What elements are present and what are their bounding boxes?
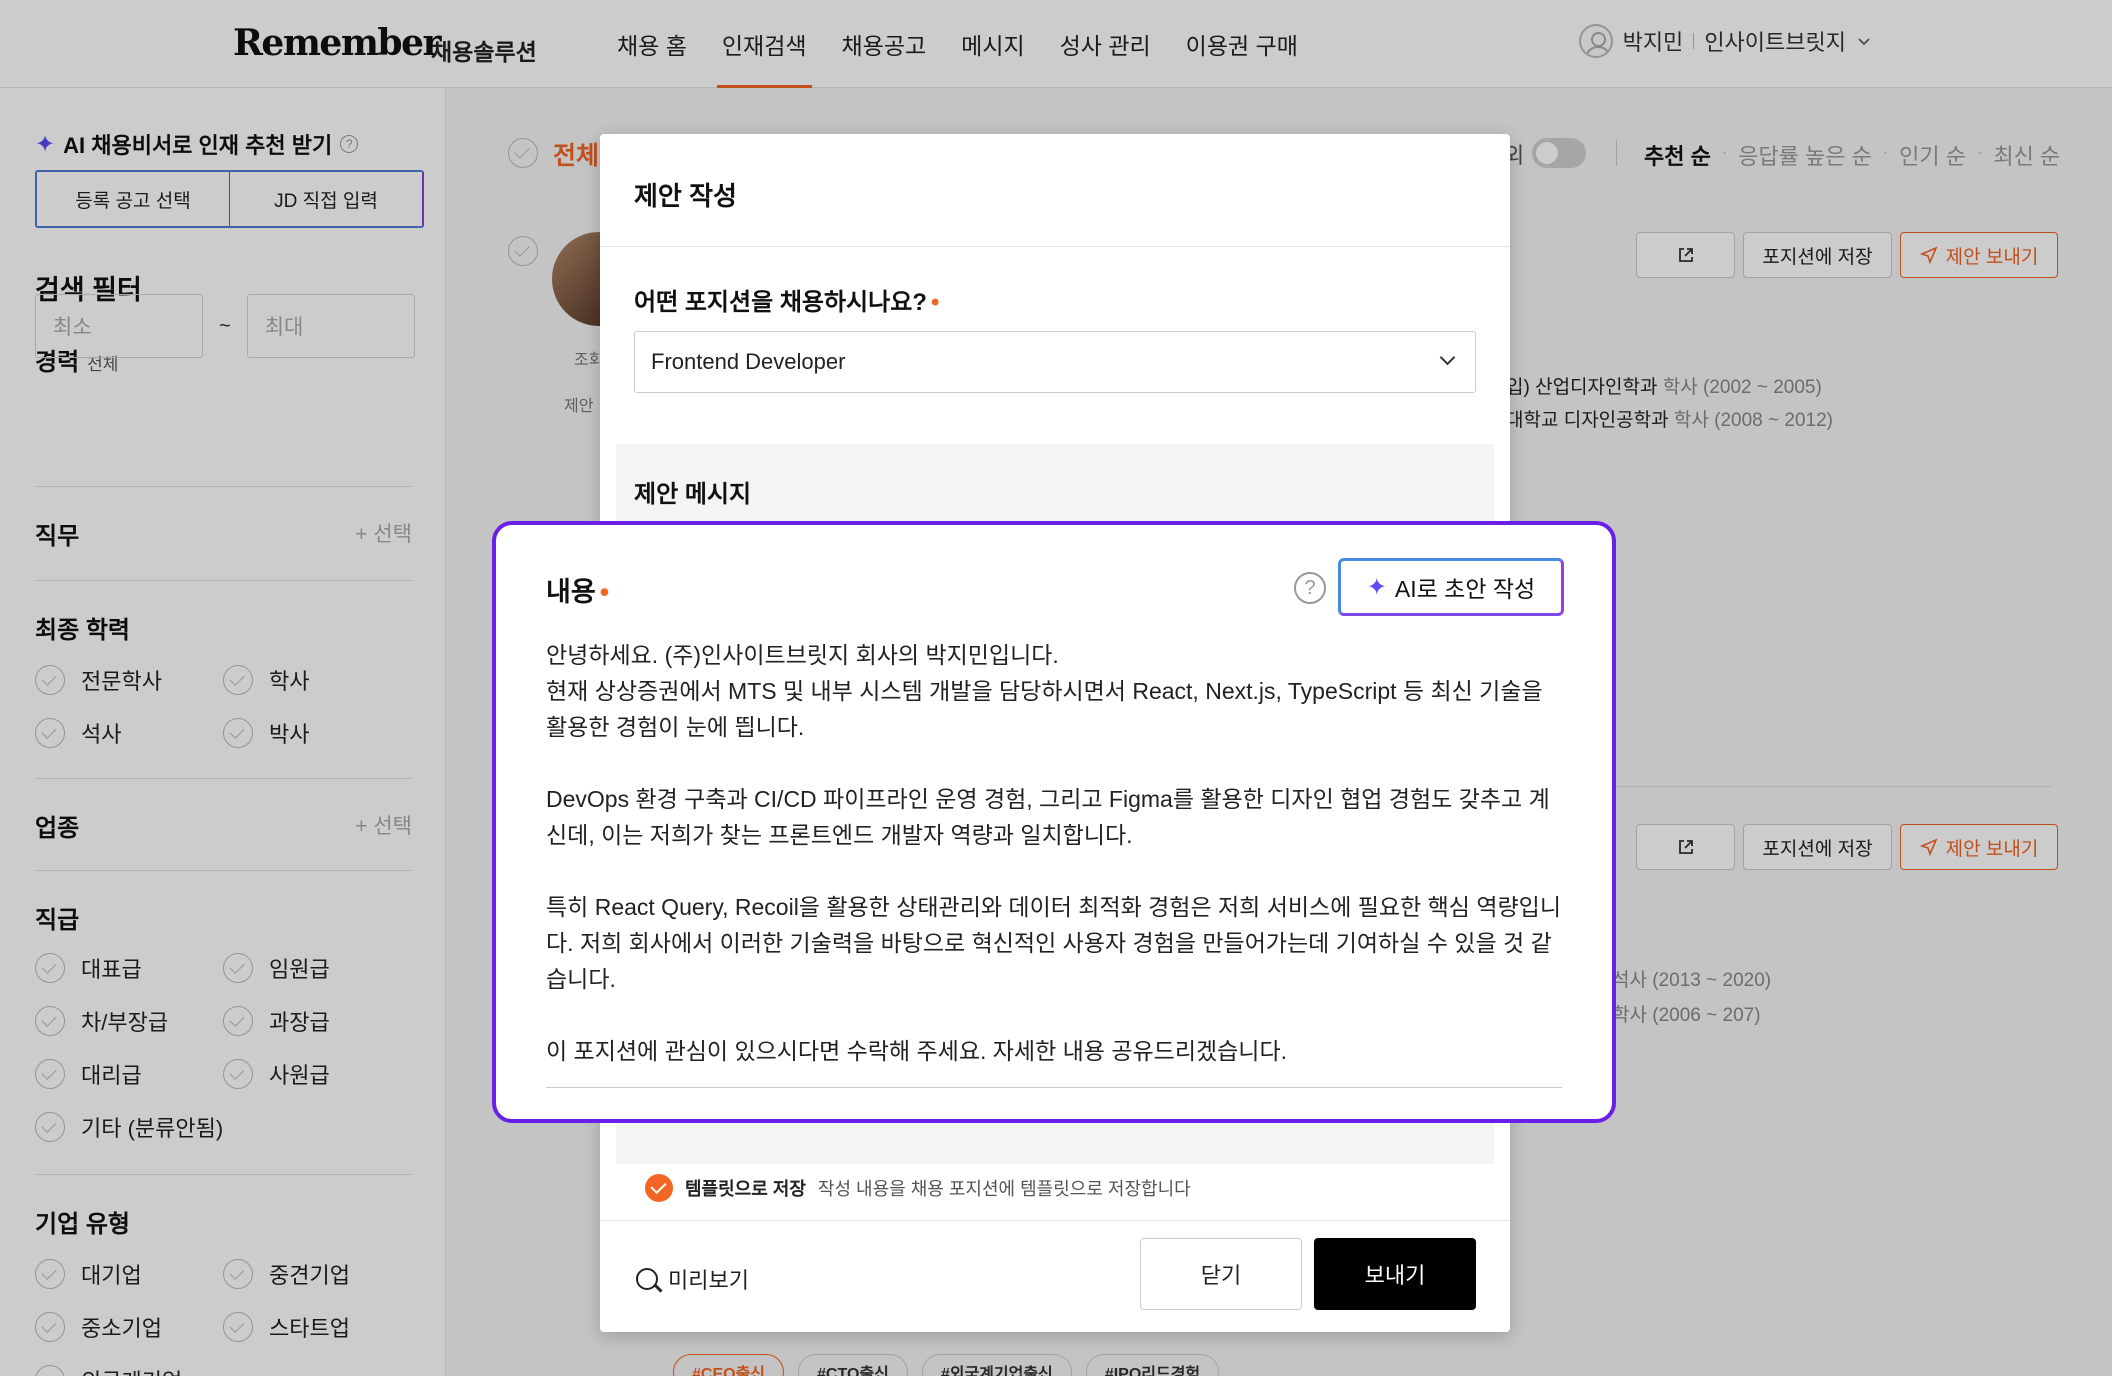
send-button[interactable]: 보내기	[1314, 1238, 1476, 1310]
search-icon	[636, 1268, 658, 1290]
preview-label: 미리보기	[668, 1268, 749, 1293]
message-content-card: 내용 • ? ✦ AI로 초안 작성 안녕하세요. (주)인사이트브릿지 회사의 …	[492, 521, 1616, 1123]
content-title: 내용 •	[546, 577, 610, 607]
message-title: 제안 메시지	[634, 481, 752, 508]
content-underline	[546, 1087, 1562, 1088]
chevron-down-icon	[1439, 349, 1456, 366]
checked-icon[interactable]	[645, 1174, 673, 1202]
message-paragraph: 이 포지션에 관심이 있으시다면 수락해 주세요. 자세한 내용 공유드리겠습니…	[546, 1038, 1288, 1064]
message-paragraph: DevOps 환경 구축과 CI/CD 파이프라인 운영 경험, 그리고 Fig…	[546, 786, 1550, 848]
save-template-row[interactable]: 템플릿으로 저장 작성 내용을 채용 포지션에 템플릿으로 저장합니다	[645, 1174, 1191, 1202]
ai-draft-label: AI로 초안 작성	[1394, 576, 1536, 602]
message-paragraph: 특히 React Query, Recoil을 활용한 상태관리와 데이터 최적…	[546, 894, 1561, 992]
position-select-value: Frontend Developer	[651, 349, 846, 374]
modal-title: 제안 작성	[600, 134, 1510, 247]
message-textarea[interactable]: 안녕하세요. (주)인사이트브릿지 회사의 박지민입니다. 현재 상상증권에서 M…	[546, 637, 1562, 1069]
modal-footer: 미리보기 닫기 보내기	[600, 1220, 1510, 1332]
message-paragraph: 안녕하세요. (주)인사이트브릿지 회사의 박지민입니다. 현재 상상증권에서 M…	[546, 642, 1543, 740]
position-select[interactable]: Frontend Developer	[634, 331, 1476, 393]
preview-button[interactable]: 미리보기	[636, 1263, 749, 1295]
help-icon[interactable]: ?	[1294, 572, 1326, 604]
sparkle-icon: ✦	[1366, 573, 1387, 601]
required-mark: •	[930, 289, 940, 316]
position-question: 어떤 포지션을 채용하시나요? •	[634, 289, 940, 316]
close-button[interactable]: 닫기	[1140, 1238, 1302, 1310]
required-mark: •	[599, 577, 610, 607]
save-template-desc: 작성 내용을 채용 포지션에 템플릿으로 저장합니다	[817, 1179, 1191, 1199]
save-template-label: 템플릿으로 저장	[685, 1179, 806, 1199]
ai-draft-button[interactable]: ✦ AI로 초안 작성	[1338, 558, 1564, 616]
